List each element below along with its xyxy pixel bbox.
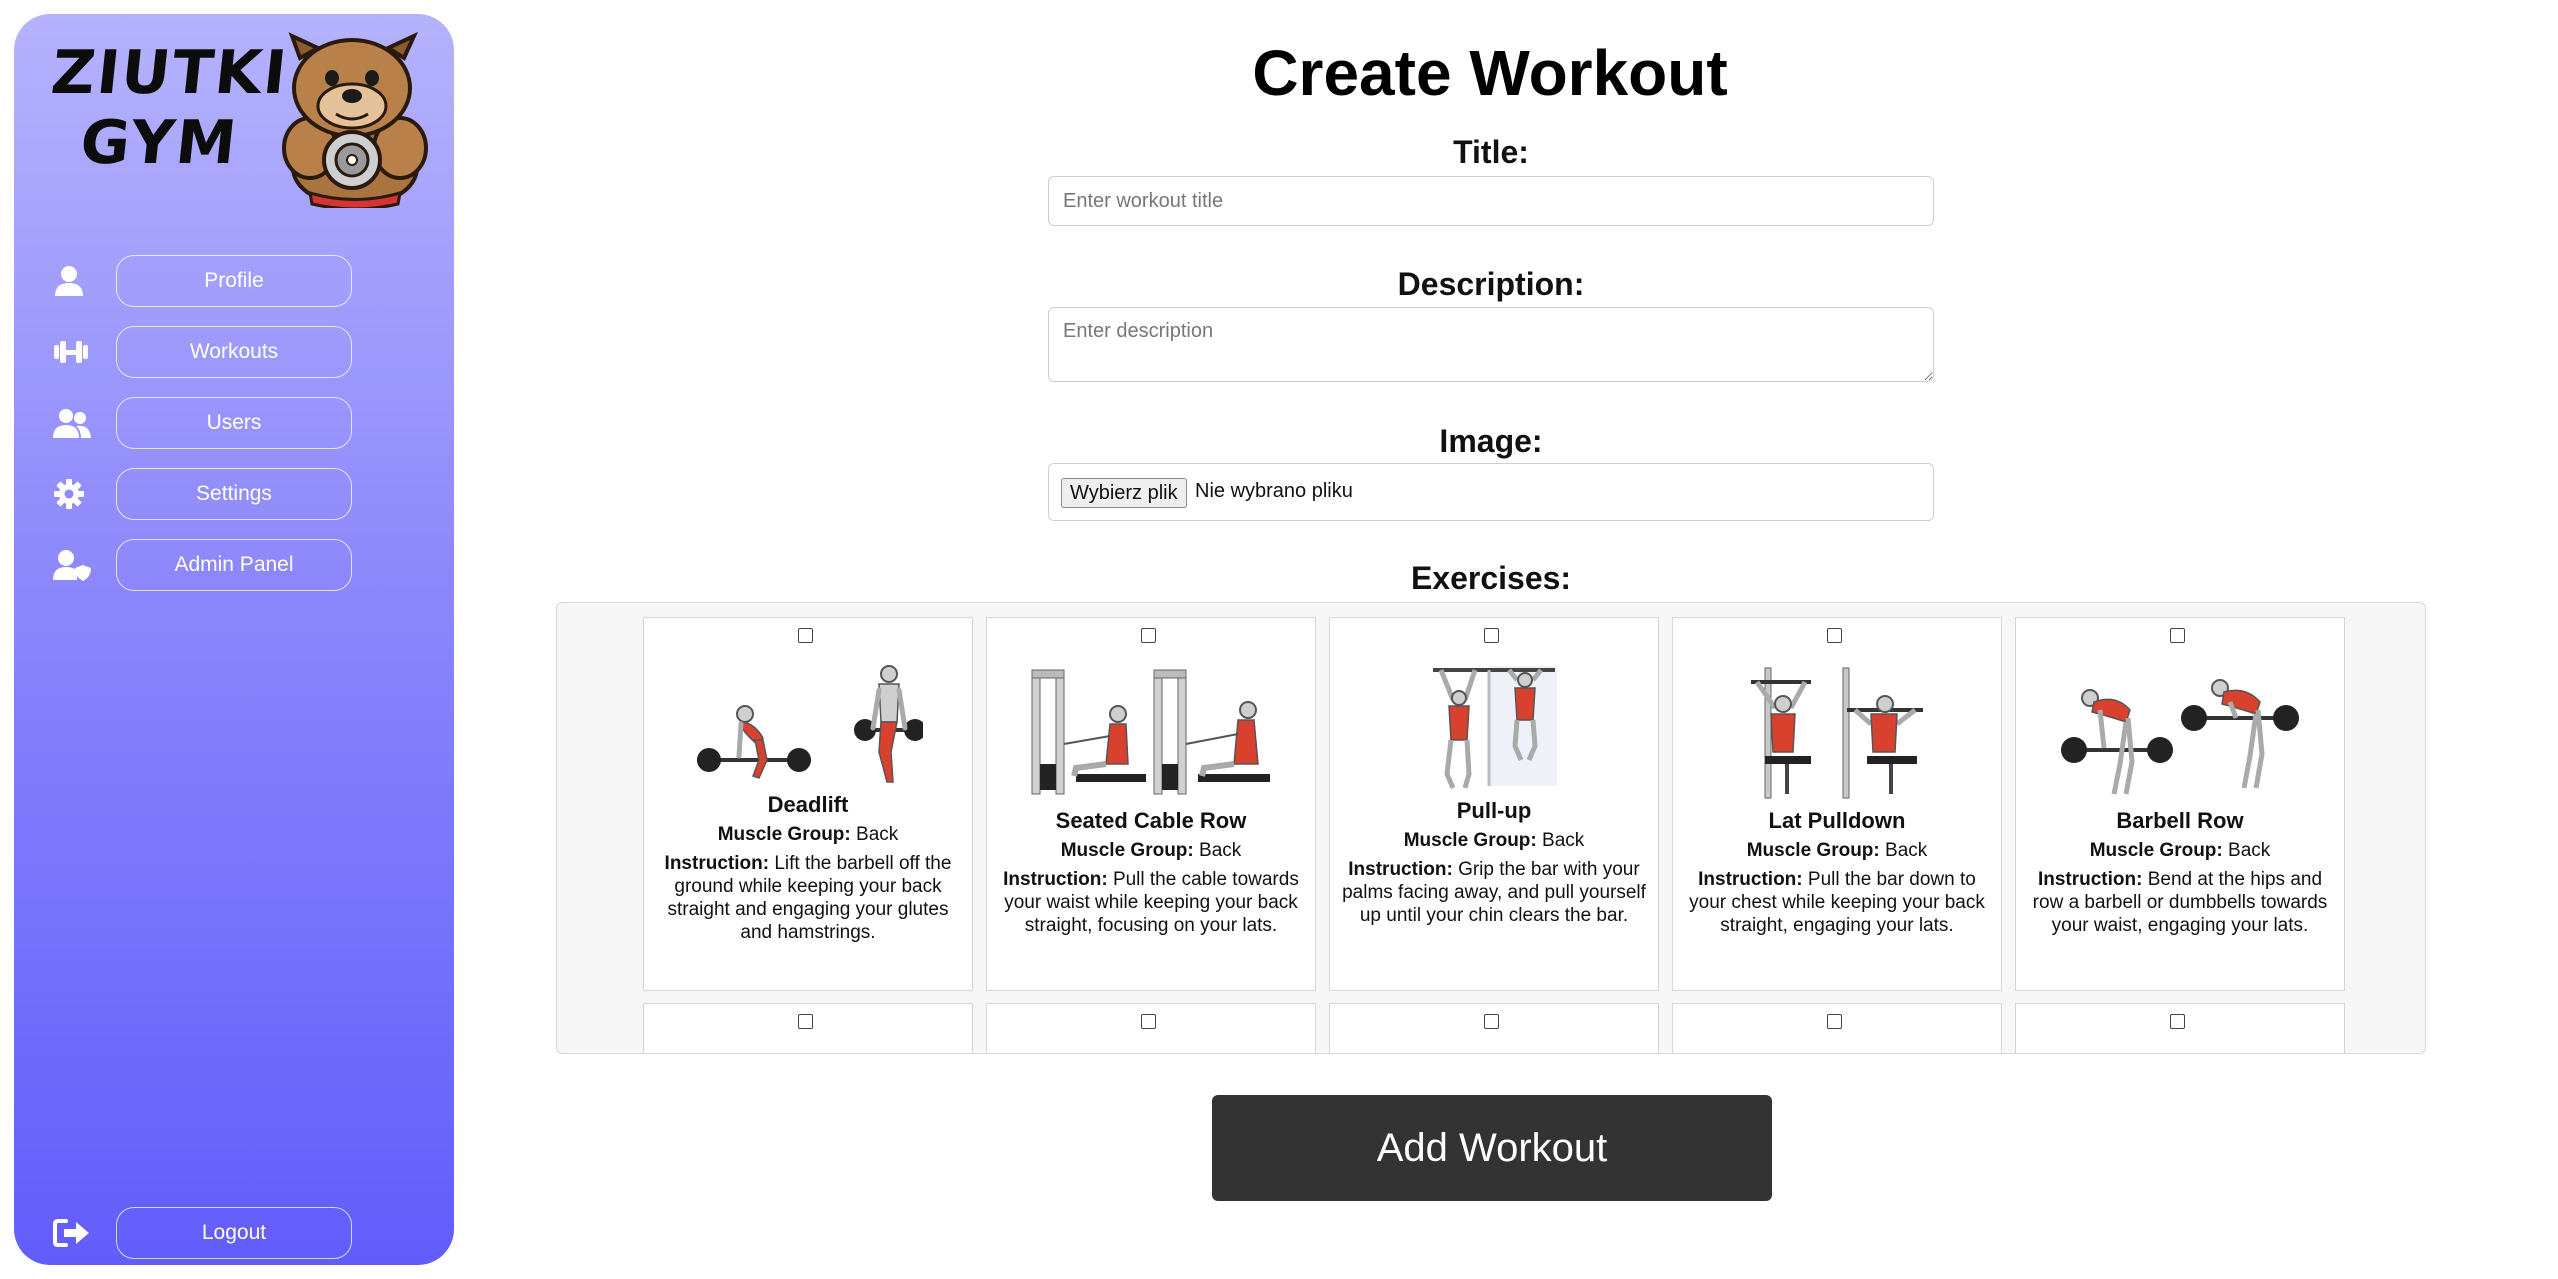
title-input[interactable] — [1048, 176, 1934, 226]
muscle-group-label: Muscle Group: — [1060, 840, 1194, 861]
exercise-checkbox[interactable] — [798, 628, 813, 643]
muscle-group-label: Muscle Group: — [2089, 840, 2223, 861]
file-status-text: Nie wybrano pliku — [1195, 480, 1353, 502]
instruction-label: Instruction: — [664, 853, 770, 874]
sidebar-button-admin-panel[interactable]: Admin Panel — [116, 539, 352, 591]
exercise-instruction: Instruction: Bend at the hips and row a … — [2028, 868, 2332, 937]
logout-icon — [53, 1219, 89, 1247]
muscle-group-label: Muscle Group: — [717, 824, 851, 845]
exercise-instruction: Instruction: Pull the bar down to your c… — [1685, 868, 1989, 937]
exercise-card[interactable] — [986, 1003, 1316, 1053]
exercise-card[interactable] — [643, 1003, 973, 1053]
instruction-label: Instruction: — [1698, 869, 1803, 890]
muscle-group-value: Back — [856, 824, 899, 845]
sidebar-button-settings[interactable]: Settings — [116, 468, 352, 520]
description-label: Description: — [1397, 266, 1585, 302]
exercise-muscle-group: Muscle Group: Back — [1330, 830, 1658, 852]
bulldog-mascot-icon — [282, 31, 428, 208]
exercise-instruction: Instruction: Pull the cable towards your… — [999, 868, 1303, 937]
sidebar-item-profile: Profile — [36, 255, 356, 307]
title-label: Title: — [1453, 134, 1529, 170]
exercise-card-seated-cable-row[interactable]: Seated Cable Row Muscle Group: Back Inst… — [986, 617, 1316, 991]
users-icon — [53, 409, 91, 438]
exercise-muscle-group: Muscle Group: Back — [2016, 840, 2344, 862]
exercise-checkbox[interactable] — [1827, 628, 1842, 643]
sidebar-item-users: Users — [36, 397, 356, 449]
pull-up-illustration — [1433, 666, 1557, 789]
exercises-label: Exercises: — [1410, 560, 1572, 596]
sidebar-button-workouts[interactable]: Workouts — [116, 326, 352, 378]
exercise-card[interactable] — [1329, 1003, 1659, 1053]
exercises-list[interactable]: Deadlift Muscle Group: Back Instruction:… — [556, 602, 2426, 1054]
exercise-checkbox[interactable] — [1484, 1014, 1499, 1029]
exercise-checkbox[interactable] — [1827, 1014, 1842, 1029]
exercise-name: Barbell Row — [2116, 808, 2244, 833]
muscle-group-value: Back — [2228, 840, 2271, 861]
user-shield-icon — [53, 550, 91, 581]
sidebar-item-workouts: Workouts — [36, 326, 356, 378]
seated-cable-row-illustration — [1031, 669, 1270, 795]
barbell-row-illustration — [2061, 679, 2299, 795]
sidebar-item-admin-panel: Admin Panel — [36, 539, 356, 591]
instruction-label: Instruction: — [2037, 869, 2143, 890]
muscle-group-value: Back — [1542, 830, 1585, 851]
exercise-name: Seated Cable Row — [1055, 808, 1247, 833]
exercise-card[interactable] — [1672, 1003, 2002, 1053]
exercise-muscle-group: Muscle Group: Back — [987, 840, 1315, 862]
exercise-checkbox[interactable] — [2170, 628, 2185, 643]
instruction-label: Instruction: — [1003, 869, 1108, 890]
exercise-name: Lat Pulldown — [1768, 808, 1906, 833]
dumbbell-icon — [54, 341, 88, 363]
logout-button[interactable]: Logout — [116, 1207, 352, 1259]
sidebar-item-logout: Logout — [36, 1207, 356, 1259]
exercise-card[interactable] — [2015, 1003, 2345, 1053]
add-workout-button[interactable]: Add Workout — [1212, 1095, 1772, 1201]
muscle-group-label: Muscle Group: — [1403, 830, 1537, 851]
user-icon — [55, 266, 83, 296]
sidebar-button-profile[interactable]: Profile — [116, 255, 352, 307]
brand-logo-text: ZIUTKI GYM — [41, 38, 292, 178]
exercise-instruction: Instruction: Lift the barbell off the gr… — [656, 852, 960, 944]
exercise-checkbox[interactable] — [1484, 628, 1499, 643]
exercise-card-lat-pulldown[interactable]: Lat Pulldown Muscle Group: Back Instruct… — [1672, 617, 2002, 991]
sidebar-button-users[interactable]: Users — [116, 397, 352, 449]
exercise-name: Deadlift — [767, 792, 849, 817]
choose-file-button[interactable]: Wybierz plik — [1061, 478, 1187, 508]
exercise-name: Pull-up — [1456, 798, 1532, 823]
image-file-input: Wybierz plik Nie wybrano pliku — [1048, 463, 1934, 521]
muscle-group-label: Muscle Group: — [1746, 840, 1880, 861]
page-title: Create Workout — [1252, 37, 1728, 109]
exercise-card-barbell-row[interactable]: Barbell Row Muscle Group: Back Instructi… — [2015, 617, 2345, 991]
exercise-card-pull-up[interactable]: Pull-up Muscle Group: Back Instruction: … — [1329, 617, 1659, 991]
instruction-label: Instruction: — [1348, 859, 1453, 880]
brand-name-line2: GYM — [77, 108, 242, 178]
sidebar: ZIUTKI GYM Profile Workouts Users Settin… — [14, 14, 454, 1265]
brand-name-line1: ZIUTKI — [48, 38, 292, 108]
deadlift-illustration — [697, 665, 923, 783]
muscle-group-value: Back — [1885, 840, 1928, 861]
muscle-group-value: Back — [1199, 840, 1242, 861]
lat-pulldown-illustration — [1751, 667, 1923, 799]
gear-icon — [54, 479, 84, 509]
image-label: Image: — [1439, 423, 1543, 459]
exercise-muscle-group: Muscle Group: Back — [1673, 840, 2001, 862]
description-input[interactable] — [1048, 307, 1934, 382]
sidebar-item-settings: Settings — [36, 468, 356, 520]
exercise-checkbox[interactable] — [2170, 1014, 2185, 1029]
exercise-muscle-group: Muscle Group: Back — [644, 824, 972, 846]
exercise-checkbox[interactable] — [1141, 628, 1156, 643]
exercise-instruction: Instruction: Grip the bar with your palm… — [1342, 858, 1646, 927]
exercise-checkbox[interactable] — [1141, 1014, 1156, 1029]
exercise-card-deadlift[interactable]: Deadlift Muscle Group: Back Instruction:… — [643, 617, 973, 991]
exercise-checkbox[interactable] — [798, 1014, 813, 1029]
